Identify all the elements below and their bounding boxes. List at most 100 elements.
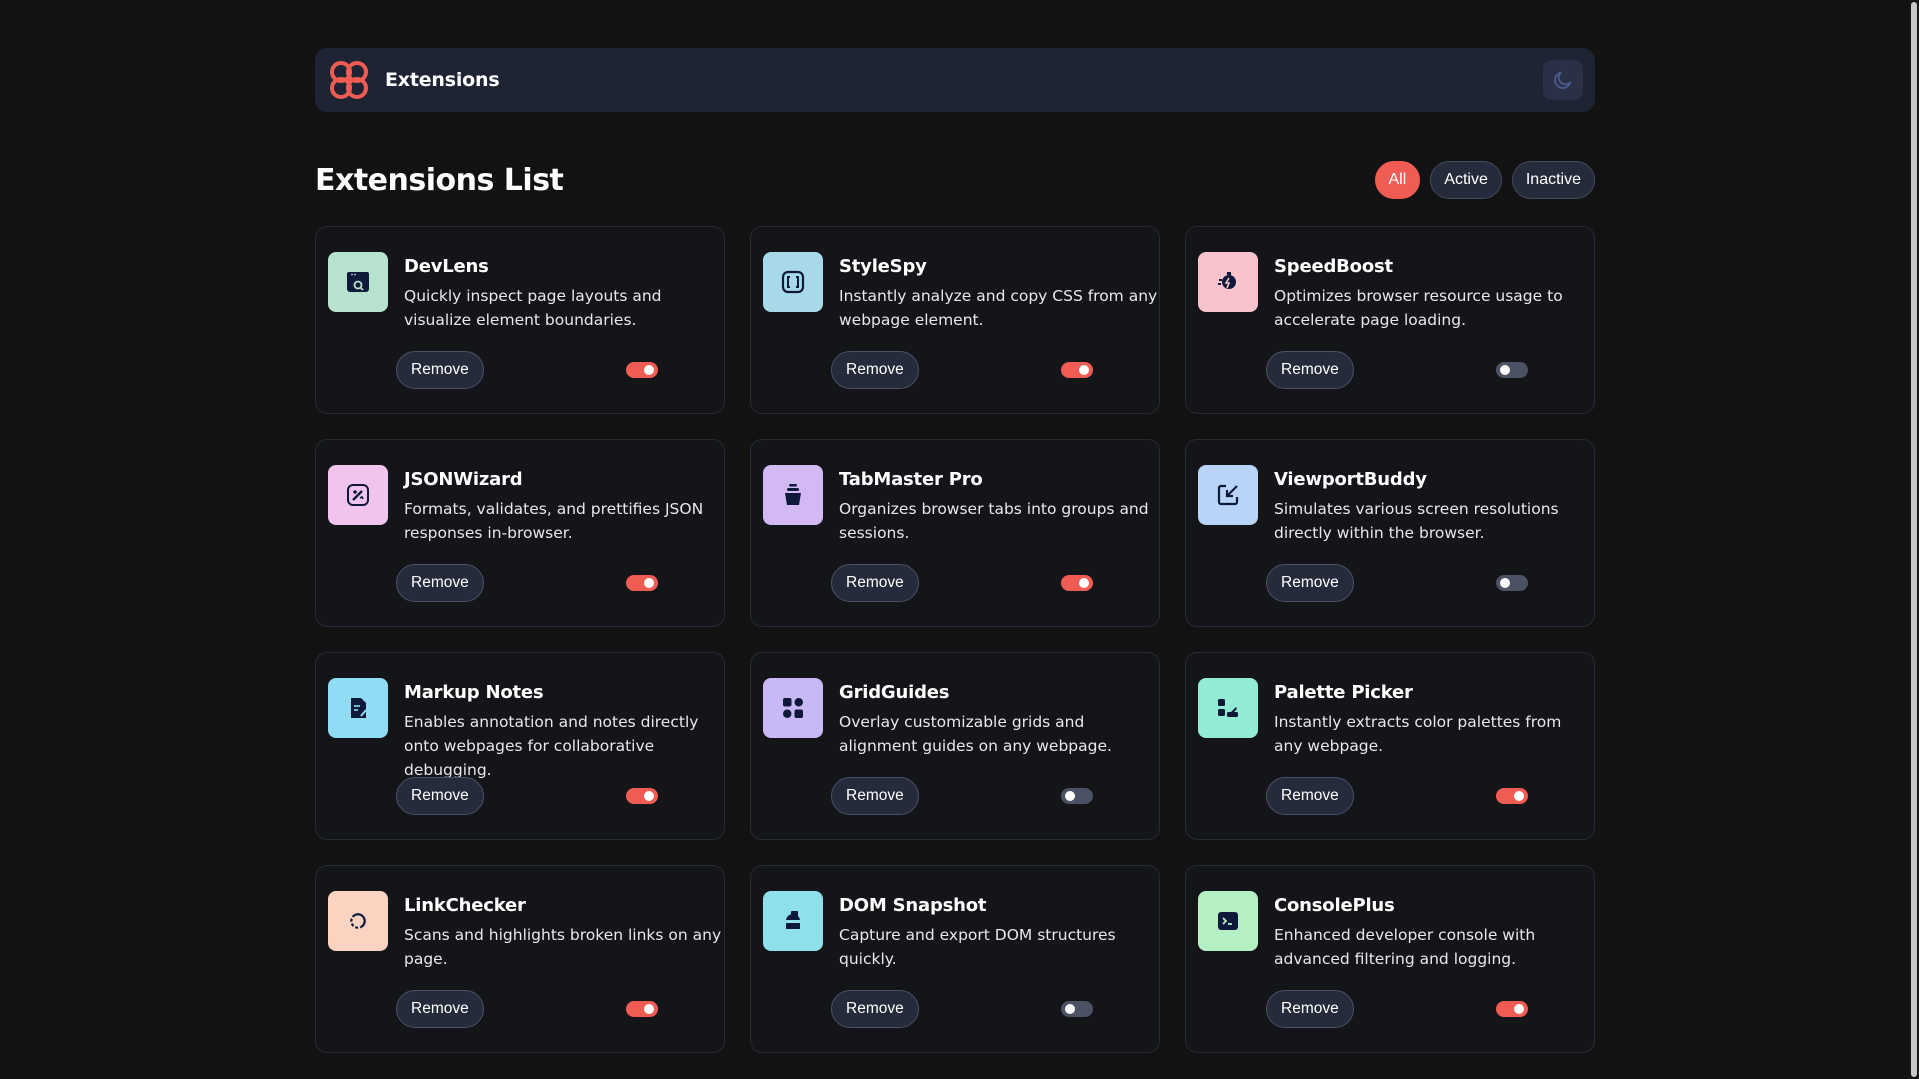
extension-name: TabMaster Pro: [839, 469, 983, 490]
stylespy-icon: [763, 252, 823, 312]
toggle-knob: [1514, 1004, 1524, 1014]
extension-description: Instantly analyze and copy CSS from any …: [839, 287, 1158, 329]
card-header: DevLens Quickly inspect page layouts and …: [328, 251, 712, 332]
remove-button[interactable]: Remove: [396, 990, 484, 1028]
remove-button[interactable]: Remove: [1266, 351, 1354, 389]
toggle-knob: [644, 578, 654, 588]
enable-toggle[interactable]: [626, 575, 658, 591]
scrollbar[interactable]: [1909, 0, 1919, 1079]
moon-icon: [1554, 71, 1572, 89]
toggle-knob: [1079, 578, 1089, 588]
card-text: DOM Snapshot Capture and export DOM struc…: [839, 890, 1159, 971]
card-footer: Remove: [396, 351, 666, 389]
extension-card-devlens: DevLens Quickly inspect page layouts and …: [315, 226, 725, 414]
toggle-knob: [1500, 365, 1510, 375]
enable-toggle[interactable]: [626, 362, 658, 378]
extension-name: Markup Notes: [404, 682, 544, 703]
toggle-knob: [644, 1004, 654, 1014]
extension-description: Optimizes browser resource usage to acce…: [1274, 287, 1563, 329]
card-header: JSONWizard Formats, validates, and pretti…: [328, 464, 712, 545]
extension-description: Quickly inspect page layouts and visuali…: [404, 287, 662, 329]
logo-icon: [330, 61, 368, 99]
card-footer: Remove: [831, 990, 1101, 1028]
toggle-knob: [1514, 791, 1524, 801]
filter-inactive-button[interactable]: Inactive: [1511, 161, 1595, 199]
remove-button[interactable]: Remove: [1266, 990, 1354, 1028]
card-footer: Remove: [396, 990, 666, 1028]
card-header: DOM Snapshot Capture and export DOM struc…: [763, 890, 1147, 971]
enable-toggle[interactable]: [1496, 1001, 1528, 1017]
app-title: Extensions: [385, 69, 500, 91]
toggle-knob: [644, 791, 654, 801]
extension-card-speedboost: SpeedBoost Optimizes browser resource usa…: [1185, 226, 1595, 414]
card-footer: Remove: [1266, 351, 1536, 389]
theme-toggle-button[interactable]: [1543, 60, 1583, 100]
enable-toggle[interactable]: [1496, 788, 1528, 804]
card-header: LinkChecker Scans and highlights broken l…: [328, 890, 721, 971]
card-header: Palette Picker Instantly extracts color p…: [1198, 677, 1582, 758]
filter-all-button[interactable]: All: [1374, 161, 1421, 199]
extension-name: ViewportBuddy: [1274, 469, 1427, 490]
remove-button[interactable]: Remove: [831, 564, 919, 602]
card-text: Markup Notes Enables annotation and notes…: [404, 677, 724, 782]
enable-toggle[interactable]: [1061, 362, 1093, 378]
remove-button[interactable]: Remove: [396, 351, 484, 389]
enable-toggle[interactable]: [1061, 1001, 1093, 1017]
extension-name: LinkChecker: [404, 895, 526, 916]
toggle-knob: [1065, 1004, 1075, 1014]
remove-button[interactable]: Remove: [831, 990, 919, 1028]
extension-description: Formats, validates, and prettifies JSON …: [404, 500, 704, 542]
card-text: SpeedBoost Optimizes browser resource usa…: [1274, 251, 1594, 332]
extension-description: Simulates various screen resolutions dir…: [1274, 500, 1559, 542]
extension-name: GridGuides: [839, 682, 950, 703]
card-header: ConsolePlus Enhanced developer console wi…: [1198, 890, 1582, 971]
extension-description: Enhanced developer console with advanced…: [1274, 926, 1536, 968]
scrollbar-thumb[interactable]: [1911, 2, 1917, 1077]
card-text: Palette Picker Instantly extracts color p…: [1274, 677, 1594, 758]
card-text: ConsolePlus Enhanced developer console wi…: [1274, 890, 1594, 971]
extension-name: JSONWizard: [404, 469, 523, 490]
extension-name: DevLens: [404, 256, 489, 277]
card-header: GridGuides Overlay customizable grids and…: [763, 677, 1147, 758]
tabmaster-icon: [763, 465, 823, 525]
toggle-knob: [1079, 365, 1089, 375]
palettepicker-icon: [1198, 678, 1258, 738]
card-footer: Remove: [831, 564, 1101, 602]
remove-button[interactable]: Remove: [396, 777, 484, 815]
enable-toggle[interactable]: [1061, 788, 1093, 804]
remove-button[interactable]: Remove: [831, 351, 919, 389]
card-header: ViewportBuddy Simulates various screen re…: [1198, 464, 1582, 545]
remove-button[interactable]: Remove: [396, 564, 484, 602]
card-text: JSONWizard Formats, validates, and pretti…: [404, 464, 724, 545]
enable-toggle[interactable]: [1496, 575, 1528, 591]
enable-toggle[interactable]: [626, 1001, 658, 1017]
linkchecker-icon: [328, 891, 388, 951]
remove-button[interactable]: Remove: [1266, 777, 1354, 815]
extension-name: Palette Picker: [1274, 682, 1413, 703]
card-footer: Remove: [1266, 777, 1536, 815]
filter-active-button[interactable]: Active: [1430, 161, 1502, 199]
extension-name: StyleSpy: [839, 256, 927, 277]
extension-name: ConsolePlus: [1274, 895, 1395, 916]
extension-name: DOM Snapshot: [839, 895, 987, 916]
extension-name: SpeedBoost: [1274, 256, 1393, 277]
card-footer: Remove: [396, 777, 666, 815]
card-text: ViewportBuddy Simulates various screen re…: [1274, 464, 1594, 545]
list-header: Extensions List All Active Inactive: [315, 160, 1595, 200]
enable-toggle[interactable]: [1496, 362, 1528, 378]
extension-card-stylespy: StyleSpy Instantly analyze and copy CSS f…: [750, 226, 1160, 414]
extensions-grid: DevLens Quickly inspect page layouts and …: [315, 226, 1595, 1053]
card-header: TabMaster Pro Organizes browser tabs into…: [763, 464, 1149, 545]
extension-card-markup-notes: Markup Notes Enables annotation and notes…: [315, 652, 725, 840]
enable-toggle[interactable]: [1061, 575, 1093, 591]
filter-group: All Active Inactive: [1374, 161, 1595, 199]
card-text: GridGuides Overlay customizable grids and…: [839, 677, 1159, 758]
extension-description: Organizes browser tabs into groups and s…: [839, 500, 1149, 542]
viewportbuddy-icon: [1198, 465, 1258, 525]
remove-button[interactable]: Remove: [1266, 564, 1354, 602]
toggle-knob: [644, 365, 654, 375]
remove-button[interactable]: Remove: [831, 777, 919, 815]
speedboost-icon: [1198, 252, 1258, 312]
enable-toggle[interactable]: [626, 788, 658, 804]
extension-card-linkchecker: LinkChecker Scans and highlights broken l…: [315, 865, 725, 1053]
